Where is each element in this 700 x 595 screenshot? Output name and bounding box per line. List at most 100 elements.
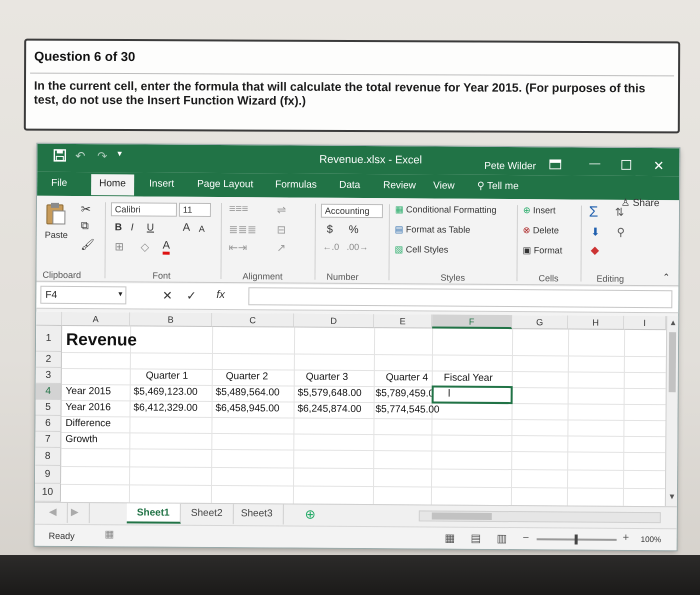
row-header-4[interactable]: 4 (35, 383, 62, 400)
find-select-icon[interactable]: ⚲ (617, 226, 625, 239)
row-header-2[interactable]: 2 (35, 351, 62, 368)
cell-b3[interactable]: Quarter 1 (146, 371, 188, 382)
font-size-select[interactable]: 11 (178, 202, 212, 217)
tab-home[interactable]: Home (91, 174, 134, 196)
cell-c4[interactable]: $5,489,564.00 (216, 387, 280, 398)
fill-color-icon[interactable]: ◇ (141, 240, 150, 253)
tab-data[interactable]: Data (339, 180, 360, 191)
cell-e3[interactable]: Quarter 4 (386, 372, 428, 383)
format-cells-button[interactable]: ▣ Format (523, 245, 563, 256)
zoom-slider-thumb[interactable] (574, 534, 578, 545)
column-header-b[interactable]: B (130, 312, 213, 327)
orientation-icon[interactable]: ↗ (277, 241, 286, 254)
cell-a4[interactable]: Year 2015 (66, 386, 111, 397)
cell-b5[interactable]: $6,412,329.00 (134, 402, 198, 413)
tab-review[interactable]: Review (383, 180, 416, 191)
align-left-icon[interactable]: ≣≣≣ (229, 223, 257, 236)
normal-view-icon[interactable]: ▦ (445, 532, 455, 545)
horizontal-scroll-thumb[interactable] (431, 512, 492, 520)
font-name-select[interactable]: Calibri (110, 202, 178, 217)
redo-icon[interactable]: ↷ (97, 149, 107, 163)
cell-b4[interactable]: $5,469,123.00 (134, 386, 198, 397)
autosum-button[interactable]: Σ (589, 204, 598, 221)
cancel-entry-icon[interactable]: ✕ (162, 289, 172, 303)
font-color-icon[interactable]: A (162, 239, 171, 255)
column-header-c[interactable]: C (212, 312, 295, 328)
undo-icon[interactable]: ↶ (75, 149, 85, 163)
align-top-icon[interactable]: ≡≡≡ (229, 203, 248, 215)
bold-button[interactable]: B (115, 222, 122, 233)
zoom-in-icon[interactable]: + (623, 532, 630, 544)
delete-cells-button[interactable]: ⊗ Delete (523, 225, 559, 236)
scroll-down-icon[interactable]: ▼ (668, 492, 676, 501)
tab-page-layout[interactable]: Page Layout (197, 179, 253, 190)
copy-icon[interactable]: ⧉ (81, 220, 89, 233)
grow-font-button[interactable]: A (183, 222, 190, 234)
cell-a5[interactable]: Year 2016 (66, 402, 111, 413)
cell-d3[interactable]: Quarter 3 (306, 372, 348, 383)
decrease-decimal-icon[interactable]: .00→ (347, 242, 369, 252)
sheet-tab-2[interactable]: Sheet2 (180, 503, 234, 525)
indent-icon[interactable]: ⇤⇥ (229, 241, 248, 254)
row-header-5[interactable]: 5 (35, 399, 62, 416)
borders-icon[interactable]: ⊞ (115, 240, 124, 253)
tell-me-box[interactable]: ⚲ Tell me (477, 181, 519, 192)
column-header-i[interactable]: I (624, 315, 667, 331)
cell-f3[interactable]: Fiscal Year (444, 373, 493, 384)
cell-c3[interactable]: Quarter 2 (226, 371, 268, 382)
scroll-up-icon[interactable]: ▲ (669, 318, 677, 327)
cell-styles-button[interactable]: ▧ Cell Styles (395, 244, 449, 255)
active-cell-f4[interactable]: I (431, 385, 513, 405)
column-header-f[interactable]: F (432, 314, 513, 330)
column-header-a[interactable]: A (62, 311, 131, 327)
fill-icon[interactable]: ⬇ (591, 226, 600, 239)
user-name[interactable]: Pete Wilder (484, 161, 536, 172)
number-format-select[interactable]: Accounting (320, 203, 383, 219)
scroll-thumb[interactable] (668, 332, 677, 393)
tab-insert[interactable]: Insert (149, 179, 174, 190)
minimize-icon[interactable]: — (589, 158, 600, 170)
name-box[interactable]: F4 ▾ (40, 285, 127, 305)
horizontal-scrollbar[interactable] (418, 510, 661, 524)
column-header-d[interactable]: D (294, 313, 375, 329)
row-header-1[interactable]: 1 (35, 325, 63, 352)
page-layout-view-icon[interactable]: ▤ (471, 532, 481, 545)
worksheet-grid[interactable]: A B C D E F G H I 1 2 3 4 5 6 7 8 9 10 R… (34, 311, 667, 507)
format-as-table-button[interactable]: ▤ Format as Table (395, 224, 470, 236)
tab-file[interactable]: File (51, 178, 67, 189)
percent-button[interactable]: % (349, 224, 359, 236)
row-header-10[interactable]: 10 (34, 483, 62, 502)
formula-input[interactable] (248, 287, 673, 309)
tab-nav-next-icon[interactable]: ▶ (60, 502, 90, 524)
cell-e4[interactable]: $5,789,459.00 (376, 388, 440, 399)
format-painter-icon[interactable]: 🖌 (81, 238, 95, 251)
cell-d4[interactable]: $5,579,648.00 (298, 388, 362, 399)
chevron-down-icon[interactable]: ▾ (118, 289, 122, 298)
cell-a6[interactable]: Difference (65, 418, 110, 429)
column-header-h[interactable]: H (568, 315, 625, 330)
paste-label[interactable]: Paste (45, 230, 68, 240)
zoom-out-icon[interactable]: − (523, 532, 530, 544)
cell-e5[interactable]: $5,774,545.00 (376, 404, 440, 415)
conditional-formatting-button[interactable]: ▦ Conditional Formatting (395, 204, 497, 216)
column-header-e[interactable]: E (374, 314, 433, 329)
vertical-scrollbar[interactable]: ▲ ▼ (664, 316, 679, 507)
sort-filter-icon[interactable]: ⇅ (615, 206, 624, 219)
collapse-ribbon-icon[interactable]: ⌃ (662, 272, 670, 283)
merge-center-icon[interactable]: ⊟ (277, 223, 286, 236)
sheet-tab-1[interactable]: Sheet1 (126, 503, 181, 524)
insert-cells-button[interactable]: ⊕ Insert (523, 205, 556, 216)
customize-qat-icon[interactable]: ▾ (117, 148, 122, 159)
zoom-slider[interactable] (536, 534, 617, 545)
save-icon[interactable] (53, 149, 67, 165)
row-header-3[interactable]: 3 (35, 367, 62, 384)
insert-function-icon[interactable]: fx (216, 289, 225, 301)
increase-decimal-icon[interactable]: ←.0 (323, 242, 340, 252)
enter-entry-icon[interactable]: ✓ (186, 289, 196, 303)
clear-icon[interactable]: ◆ (591, 244, 600, 257)
ribbon-display-icon[interactable] (549, 159, 562, 172)
cut-icon[interactable]: ✂ (81, 202, 91, 216)
cell-a1[interactable]: Revenue (66, 330, 137, 350)
row-header-9[interactable]: 9 (35, 465, 62, 484)
cell-a7[interactable]: Growth (65, 434, 97, 445)
